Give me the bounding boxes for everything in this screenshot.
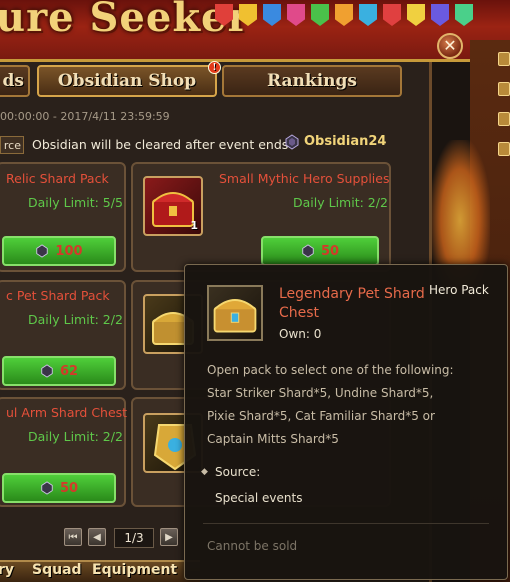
first-page-button[interactable]: ⏮ xyxy=(64,528,82,546)
flag-decoration xyxy=(335,4,353,26)
close-icon: ✕ xyxy=(443,36,457,55)
obsidian-gem-icon xyxy=(36,244,49,258)
festive-flags xyxy=(205,0,505,40)
tab-rewards[interactable]: ds xyxy=(0,65,30,97)
tooltip-sell-note: Cannot be sold xyxy=(207,539,298,553)
flag-decoration xyxy=(359,4,377,26)
item-icon xyxy=(207,285,263,341)
buy-button[interactable]: 100 xyxy=(2,236,116,266)
next-page-icon: ▶ xyxy=(165,531,173,543)
obsidian-gem-icon xyxy=(41,481,53,495)
flag-decoration xyxy=(383,4,401,26)
nav-item-squad[interactable]: Squad xyxy=(32,562,82,578)
tooltip-item-type: Hero Pack xyxy=(429,283,489,297)
menu-icon[interactable] xyxy=(498,112,510,126)
daily-limit: Daily Limit: 2/2 xyxy=(28,312,123,327)
item-title: Relic Shard Pack xyxy=(6,171,109,186)
description-line: Pixie Shard*5, Cat Familiar Shard*5 or xyxy=(207,409,435,423)
buy-button[interactable]: 50 xyxy=(261,236,379,266)
buy-button[interactable]: 62 xyxy=(2,356,116,386)
event-banner: ure Seeker xyxy=(0,0,510,62)
prev-page-button[interactable]: ◀ xyxy=(88,528,106,546)
daily-limit: Daily Limit: 2/2 xyxy=(28,429,123,444)
flag-decoration xyxy=(311,4,329,26)
shop-item-card: c Pet Shard Pack Daily Limit: 2/2 62 xyxy=(0,280,126,390)
tooltip-source-value: Special events xyxy=(215,491,303,505)
flag-decoration xyxy=(215,4,233,26)
description-line: Captain Mitts Shard*5 xyxy=(207,432,339,446)
tab-rankings[interactable]: Rankings xyxy=(222,65,402,97)
item-title: c Pet Shard Pack xyxy=(6,288,110,303)
nav-item-equipment[interactable]: Equipment xyxy=(92,562,177,578)
obsidian-gem-icon xyxy=(41,364,53,378)
description-line: Star Striker Shard*5, Undine Shard*5, xyxy=(207,386,434,400)
description-line: Open pack to select one of the following… xyxy=(207,363,454,377)
nav-item-inventory[interactable]: ry xyxy=(0,562,14,578)
menu-icon[interactable] xyxy=(498,82,510,96)
close-button[interactable]: ✕ xyxy=(437,33,463,59)
tab-label: Obsidian Shop xyxy=(57,71,197,91)
event-time: 00:00:00 - 2017/4/11 23:59:59 xyxy=(0,110,170,123)
divider xyxy=(203,523,489,524)
item-count: 1 xyxy=(190,219,198,232)
tab-label: Rankings xyxy=(267,71,357,91)
obsidian-balance: Obsidian24 xyxy=(304,134,387,149)
flag-decoration xyxy=(263,4,281,26)
flag-decoration xyxy=(431,4,449,26)
tab-obsidian-shop[interactable]: Obsidian Shop ! xyxy=(37,61,221,97)
tooltip-item-name: Legendary Pet Shard Chest xyxy=(279,286,425,321)
item-tooltip: Legendary Pet Shard Chest Hero Pack Own:… xyxy=(184,264,508,580)
price: 100 xyxy=(55,243,83,259)
daily-limit: Daily Limit: 5/5 xyxy=(28,195,123,210)
page-indicator: 1/3 xyxy=(114,528,154,548)
tooltip-owned-count: Own: 0 xyxy=(279,327,322,341)
flag-decoration xyxy=(455,4,473,26)
diamond-bullet-icon: ◆ xyxy=(201,467,208,477)
tab-label: ds xyxy=(2,71,24,91)
notification-badge: ! xyxy=(208,61,221,74)
item-icon[interactable]: 1 xyxy=(143,176,203,236)
daily-limit: Daily Limit: 2/2 xyxy=(293,195,388,210)
tooltip-description: Open pack to select one of the following… xyxy=(207,359,503,451)
price: 50 xyxy=(320,243,340,259)
shop-item-card: 1 Small Mythic Hero Supplies Daily Limit… xyxy=(131,162,391,272)
next-page-button[interactable]: ▶ xyxy=(160,528,178,546)
item-title: Small Mythic Hero Supplies xyxy=(219,171,390,186)
first-page-icon: ⏮ xyxy=(68,531,78,543)
legendary-chest-icon xyxy=(213,299,257,333)
flag-uk-icon[interactable] xyxy=(498,52,510,66)
menu-icon[interactable] xyxy=(498,142,510,156)
obsidian-gem-icon xyxy=(302,244,314,258)
price: 62 xyxy=(59,363,79,379)
flag-decoration xyxy=(239,4,257,26)
tooltip-source-label: Source: xyxy=(215,465,261,479)
shop-item-card: Relic Shard Pack Daily Limit: 5/5 100 xyxy=(0,162,126,272)
shop-item-card: ul Arm Shard Chest IV Daily Limit: 2/2 5… xyxy=(0,397,143,507)
flag-decoration xyxy=(407,4,425,26)
item-title: ul Arm Shard Chest IV xyxy=(6,405,144,420)
buy-button[interactable]: 50 xyxy=(2,473,116,503)
obsidian-clear-note: Obsidian will be cleared after event end… xyxy=(32,137,289,152)
prev-page-icon: ◀ xyxy=(93,531,101,543)
flag-decoration xyxy=(287,4,305,26)
price: 50 xyxy=(59,480,79,496)
obsidian-gem-icon xyxy=(285,134,299,150)
source-button[interactable]: rce xyxy=(0,136,24,154)
